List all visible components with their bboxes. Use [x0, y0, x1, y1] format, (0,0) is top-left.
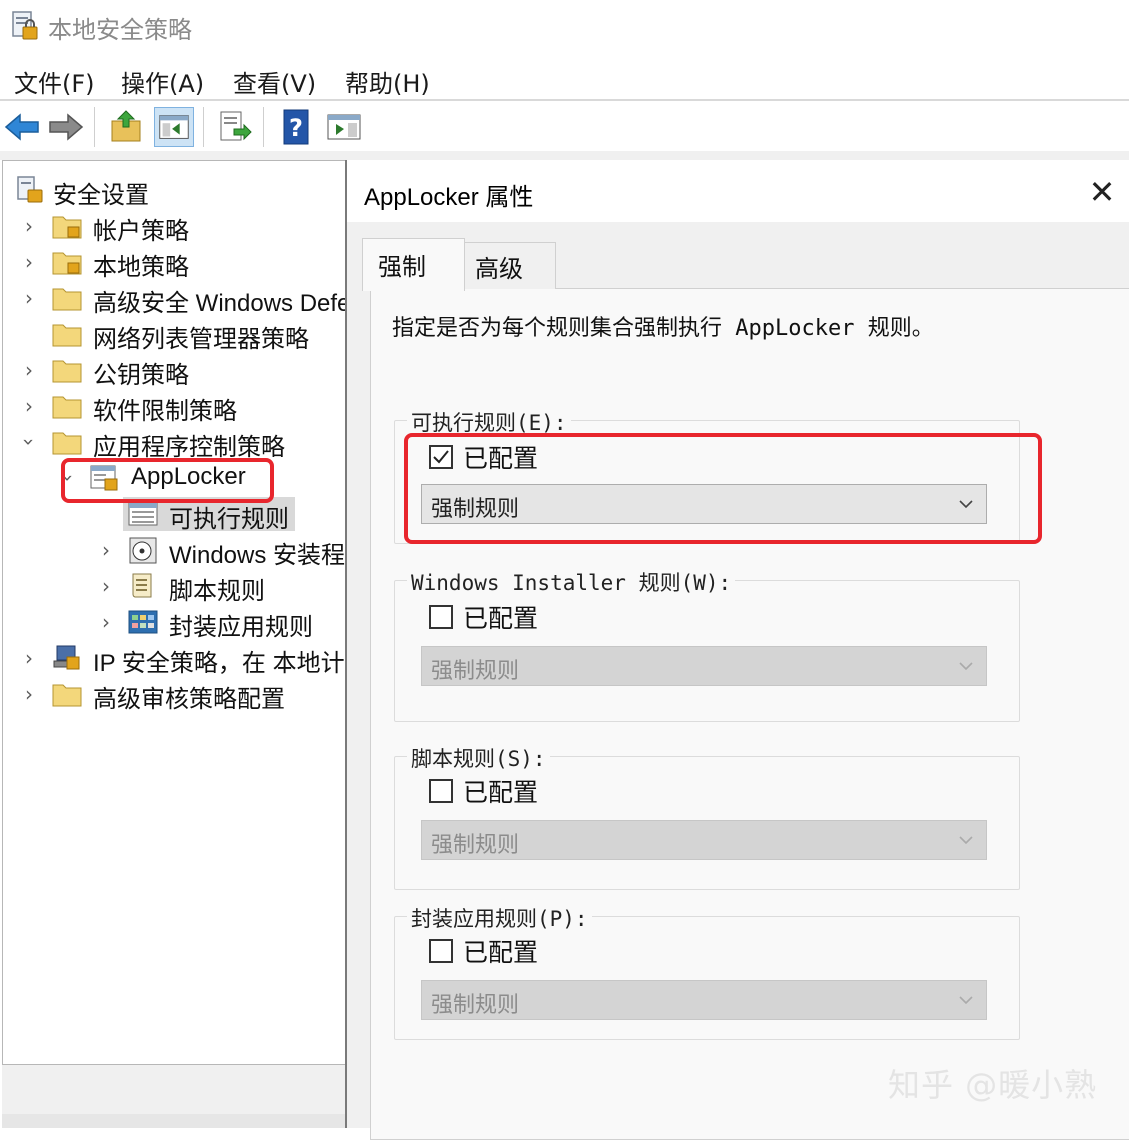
security-settings-icon	[17, 176, 43, 203]
dialog-title: AppLocker 属性	[364, 184, 534, 211]
close-button[interactable]: ✕	[1082, 172, 1122, 212]
packaged-configured-checkbox[interactable]	[429, 939, 453, 963]
tree-item-windows-installer-rules[interactable]: › Windows 安装程	[3, 533, 345, 569]
chevron-right-icon[interactable]: ›	[18, 215, 40, 237]
installer-enforcement-select[interactable]: 强制规则	[421, 646, 987, 686]
tree-item-defender-firewall[interactable]: › 高级安全 Windows Defe	[3, 281, 346, 317]
tree-item-advanced-audit[interactable]: › 高级审核策略配置	[3, 677, 343, 713]
svg-text:?: ?	[289, 114, 303, 142]
toolbar-separator	[94, 107, 95, 147]
tree-item-account-policy[interactable]: › 帐户策略	[3, 209, 343, 245]
tree-item-software-restriction[interactable]: › 软件限制策略	[3, 389, 343, 425]
status-bar	[2, 1064, 345, 1115]
toolbar-divider	[0, 151, 1129, 160]
tree-item-local-policy[interactable]: › 本地策略	[3, 245, 343, 281]
folder-icon	[52, 360, 82, 383]
tree-root-security-settings[interactable]: 安全设置	[3, 173, 343, 209]
tree-item-app-control[interactable]: › 应用程序控制策略	[3, 425, 343, 461]
group-packaged-app-rules: 封装应用规则(P): 已配置 强制规则	[394, 903, 1020, 1040]
packaged-app-icon	[128, 610, 158, 634]
folder-icon	[52, 432, 82, 455]
executable-rules-highlight-box	[404, 433, 1042, 544]
chevron-down-icon	[959, 996, 973, 1005]
tree-item-packaged-app-rules[interactable]: › 封装应用规则	[3, 605, 343, 641]
chevron-right-icon[interactable]: ›	[18, 251, 40, 273]
menu-view[interactable]: 查看(V)	[233, 64, 316, 99]
tree-item-network-list[interactable]: 网络列表管理器策略	[3, 317, 343, 353]
menu-bar: 文件(F) 操作(A) 查看(V) 帮助(H)	[0, 52, 1129, 100]
chevron-right-icon[interactable]: ›	[18, 287, 40, 309]
window-titlebar: 本地安全策略	[0, 0, 1129, 52]
window-title: 本地安全策略	[48, 16, 192, 44]
chevron-right-icon[interactable]: ›	[18, 395, 40, 417]
tree-item-public-key[interactable]: › 公钥策略	[3, 353, 343, 389]
export-list-icon[interactable]	[214, 107, 254, 147]
script-enforcement-select[interactable]: 强制规则	[421, 820, 987, 860]
chevron-right-icon[interactable]: ›	[18, 683, 40, 705]
folder-icon	[52, 324, 82, 347]
folder-lock-icon	[52, 216, 82, 239]
chevron-right-icon[interactable]: ›	[95, 611, 117, 633]
installer-disc-icon	[129, 537, 157, 564]
menu-file[interactable]: 文件(F)	[14, 64, 95, 99]
action-pane-icon[interactable]	[324, 107, 364, 147]
forward-arrow-icon[interactable]	[46, 107, 86, 147]
folder-icon	[52, 684, 82, 707]
security-policy-icon	[12, 11, 38, 40]
watermark: 知乎 @暖小熟	[888, 1066, 1098, 1104]
group-script-rules: 脚本规则(S): 已配置 强制规则	[394, 743, 1020, 890]
applocker-highlight-box	[61, 458, 274, 503]
toolbar-separator	[203, 107, 204, 147]
installer-configured-checkbox[interactable]	[429, 605, 453, 629]
toolbar-separator	[263, 107, 264, 147]
script-configured-checkbox[interactable]	[429, 779, 453, 803]
tab-enforcement[interactable]: 强制	[362, 238, 465, 291]
menu-action[interactable]: 操作(A)	[121, 64, 204, 99]
applocker-properties-dialog: AppLocker 属性 ✕ 强制 高级 指定是否为每个规则集合强制执行 App…	[345, 160, 1129, 1140]
folder-lock-icon	[52, 252, 82, 275]
tab-advanced[interactable]: 高级	[464, 242, 556, 289]
enforcement-description: 指定是否为每个规则集合强制执行 AppLocker 规则。	[392, 316, 934, 341]
toolbar: ?	[0, 101, 1129, 151]
chevron-down-icon	[959, 662, 973, 671]
horizontal-scrollbar[interactable]	[2, 1114, 345, 1128]
installer-configured-label: 已配置	[463, 604, 539, 633]
chevron-down-icon[interactable]: ›	[17, 431, 41, 453]
chevron-down-icon	[959, 836, 973, 845]
dialog-titlebar: AppLocker 属性 ✕	[347, 160, 1129, 222]
chevron-right-icon[interactable]: ›	[18, 647, 40, 669]
show-hide-tree-icon[interactable]	[154, 107, 194, 147]
chevron-right-icon[interactable]: ›	[95, 575, 117, 597]
up-folder-icon[interactable]	[106, 107, 146, 147]
group-windows-installer-rules: Windows Installer 规则(W): 已配置 强制规则	[394, 567, 1020, 722]
chevron-right-icon[interactable]: ›	[95, 539, 117, 561]
packaged-configured-label: 已配置	[463, 938, 539, 967]
script-configured-label: 已配置	[463, 778, 539, 807]
help-icon[interactable]: ?	[276, 107, 316, 147]
chevron-right-icon[interactable]: ›	[18, 359, 40, 381]
script-scroll-icon	[132, 573, 152, 598]
console-tree: 安全设置 › 帐户策略 › 本地策略 › 高级安全 Windows Defe 网…	[2, 160, 346, 1066]
tree-item-script-rules[interactable]: › 脚本规则	[3, 569, 343, 605]
menu-help[interactable]: 帮助(H)	[345, 64, 430, 99]
packaged-enforcement-select[interactable]: 强制规则	[421, 980, 987, 1020]
folder-icon	[52, 288, 82, 311]
ip-security-icon	[53, 645, 80, 670]
back-arrow-icon[interactable]	[2, 107, 42, 147]
rules-list-icon	[128, 502, 158, 526]
tree-item-ip-security[interactable]: › IP 安全策略，在 本地计	[3, 641, 345, 677]
folder-icon	[52, 396, 82, 419]
